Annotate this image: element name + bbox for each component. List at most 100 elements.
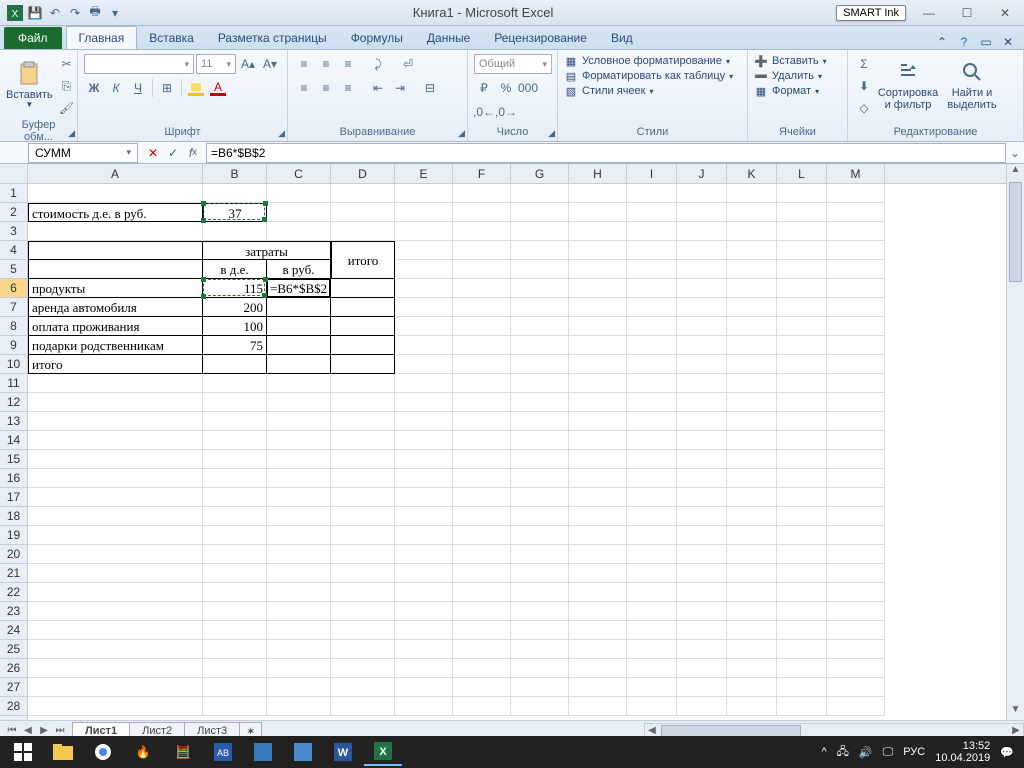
- align-bottom-icon[interactable]: ≡: [338, 54, 358, 74]
- cell-A5[interactable]: [28, 260, 203, 279]
- spreadsheet-grid[interactable]: ABCDEFGHIJKLM 12345678910111213141516171…: [0, 164, 1024, 720]
- tab-review[interactable]: Рецензирование: [482, 27, 599, 49]
- align-right-icon[interactable]: ≡: [338, 78, 358, 98]
- paste-button[interactable]: Вставить ▼: [6, 54, 53, 116]
- tray-clock[interactable]: 13:52 10.04.2019: [935, 740, 990, 764]
- redo-icon[interactable]: ↷: [66, 4, 84, 22]
- window-close-icon[interactable]: ✕: [1000, 35, 1016, 49]
- cell-A10[interactable]: итого: [28, 355, 203, 374]
- start-button[interactable]: [4, 738, 42, 766]
- hscroll-thumb[interactable]: [661, 725, 801, 737]
- row-header-13[interactable]: 13: [0, 412, 27, 431]
- font-color-icon[interactable]: A: [208, 78, 228, 98]
- cell-B4[interactable]: затраты: [203, 241, 331, 260]
- enter-formula-icon[interactable]: ✓: [164, 144, 182, 162]
- row-header-2[interactable]: 2: [0, 203, 27, 222]
- insert-cells-button[interactable]: ➕Вставить▾: [754, 54, 827, 68]
- file-explorer-icon[interactable]: [44, 738, 82, 766]
- number-format-combo[interactable]: Общий▾: [474, 54, 552, 74]
- app-icon-2[interactable]: AB: [204, 738, 242, 766]
- col-header-K[interactable]: K: [727, 164, 777, 183]
- col-header-L[interactable]: L: [777, 164, 827, 183]
- print-icon[interactable]: 🖶: [86, 4, 104, 22]
- format-cells-button[interactable]: ▦Формат▾: [754, 84, 827, 98]
- tab-data[interactable]: Данные: [415, 27, 482, 49]
- col-header-M[interactable]: M: [827, 164, 885, 183]
- font-dialog-icon[interactable]: ◢: [278, 128, 285, 139]
- col-header-H[interactable]: H: [569, 164, 627, 183]
- cell-B2[interactable]: 37: [203, 203, 267, 222]
- shrink-font-icon[interactable]: A▾: [260, 54, 280, 74]
- find-select-button[interactable]: Найти и выделить: [942, 54, 1002, 116]
- row-header-5[interactable]: 5: [0, 260, 27, 279]
- cell-B10[interactable]: [203, 355, 267, 374]
- window-restore-icon[interactable]: ▭: [978, 35, 994, 49]
- fx-icon[interactable]: fx: [184, 144, 202, 162]
- row-header-23[interactable]: 23: [0, 602, 27, 621]
- formula-input[interactable]: =B6*$B$2: [206, 143, 1006, 163]
- row-header-9[interactable]: 9: [0, 336, 27, 355]
- italic-icon[interactable]: К: [106, 78, 126, 98]
- number-dialog-icon[interactable]: ◢: [548, 128, 555, 139]
- expand-formula-bar-icon[interactable]: ⌄: [1006, 146, 1024, 160]
- cell-styles-button[interactable]: ▧Стили ячеек▾: [564, 84, 733, 98]
- help-icon[interactable]: ?: [956, 35, 972, 49]
- clipboard-dialog-icon[interactable]: ◢: [68, 128, 75, 139]
- col-header-C[interactable]: C: [267, 164, 331, 183]
- row-header-26[interactable]: 26: [0, 659, 27, 678]
- row-header-22[interactable]: 22: [0, 583, 27, 602]
- tray-notifications-icon[interactable]: 💬: [1000, 746, 1014, 759]
- decrease-decimal-icon[interactable]: ,0→: [496, 102, 516, 122]
- save-icon[interactable]: 💾: [26, 4, 44, 22]
- cell-A7[interactable]: аренда автомобиля: [28, 298, 203, 317]
- cell-B7[interactable]: 200: [203, 298, 267, 317]
- row-header-12[interactable]: 12: [0, 393, 27, 412]
- font-name-combo[interactable]: ▾: [84, 54, 194, 74]
- currency-icon[interactable]: ₽: [474, 78, 494, 98]
- tray-chevron-icon[interactable]: ^: [821, 746, 826, 758]
- qat-customize-icon[interactable]: ▾: [106, 4, 124, 22]
- col-header-A[interactable]: A: [28, 164, 203, 183]
- cell-B6[interactable]: 115: [203, 279, 267, 298]
- merge-icon[interactable]: ⊟: [420, 78, 440, 98]
- cancel-formula-icon[interactable]: ✕: [144, 144, 162, 162]
- calculator-icon[interactable]: 🧮: [164, 738, 202, 766]
- sheet-nav[interactable]: ⏮◀▶⏭: [0, 725, 72, 736]
- tray-lang[interactable]: РУС: [903, 746, 925, 758]
- align-top-icon[interactable]: ≡: [294, 54, 314, 74]
- cell-C6[interactable]: =B6*$B$2: [267, 279, 331, 298]
- copy-icon[interactable]: ⎘: [57, 76, 77, 96]
- cell-C8[interactable]: [267, 317, 331, 336]
- row-header-16[interactable]: 16: [0, 469, 27, 488]
- cells-area[interactable]: стоимость д.е. в руб.37затратыитогов д.е…: [28, 184, 1006, 720]
- format-painter-icon[interactable]: 🖌: [57, 98, 77, 118]
- tab-insert[interactable]: Вставка: [137, 27, 206, 49]
- row-header-17[interactable]: 17: [0, 488, 27, 507]
- row-header-28[interactable]: 28: [0, 697, 27, 716]
- row-header-18[interactable]: 18: [0, 507, 27, 526]
- excel-taskbar-icon[interactable]: X: [364, 738, 402, 766]
- tray-volume-icon[interactable]: 🔊: [859, 746, 873, 759]
- cell-D4[interactable]: итого: [331, 241, 395, 279]
- col-header-F[interactable]: F: [453, 164, 511, 183]
- autosum-icon[interactable]: Σ: [854, 54, 874, 74]
- row-headers[interactable]: 1234567891011121314151617181920212223242…: [0, 184, 28, 720]
- row-header-14[interactable]: 14: [0, 431, 27, 450]
- cell-D7[interactable]: [331, 298, 395, 317]
- clear-icon[interactable]: ◇: [854, 98, 874, 118]
- vertical-scrollbar[interactable]: ▲ ▼: [1006, 164, 1024, 720]
- grow-font-icon[interactable]: A▴: [238, 54, 258, 74]
- underline-icon[interactable]: Ч: [128, 78, 148, 98]
- row-header-6[interactable]: 6: [0, 279, 27, 298]
- row-header-27[interactable]: 27: [0, 678, 27, 697]
- cell-A4[interactable]: [28, 241, 203, 260]
- format-as-table-button[interactable]: ▤Форматировать как таблицу▾: [564, 69, 733, 83]
- fill-icon[interactable]: ⬇: [854, 76, 874, 96]
- row-header-7[interactable]: 7: [0, 298, 27, 317]
- cell-D6[interactable]: [331, 279, 395, 298]
- tab-home[interactable]: Главная: [66, 26, 138, 49]
- cell-A2[interactable]: стоимость д.е. в руб.: [28, 203, 203, 222]
- tray-screen-icon[interactable]: 🖵: [883, 746, 894, 759]
- cell-D9[interactable]: [331, 336, 395, 355]
- app-icon-1[interactable]: 🔥: [124, 738, 162, 766]
